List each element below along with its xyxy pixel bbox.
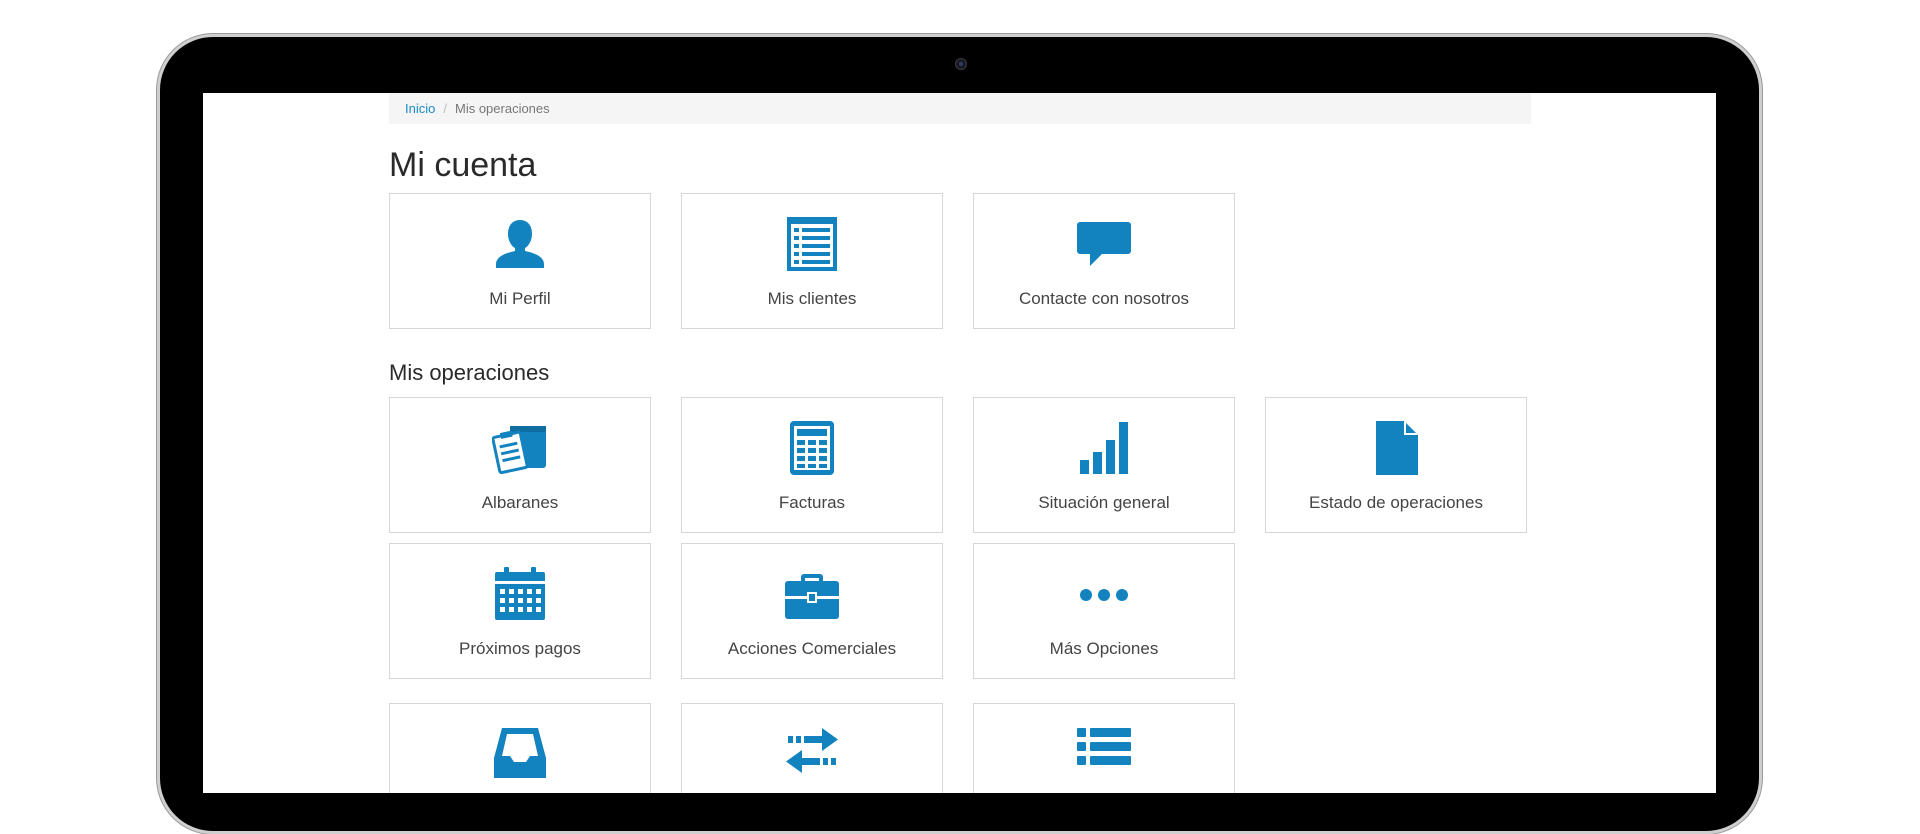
- tile-list[interactable]: [973, 703, 1235, 793]
- tile-label: Estado de operaciones: [1309, 493, 1483, 512]
- chat-bubble-icon: [1076, 216, 1132, 272]
- transfer-arrows-icon: [784, 726, 840, 782]
- bullet-list-icon: [1076, 726, 1132, 782]
- tile-inbox[interactable]: [389, 703, 651, 793]
- tile-label: Mi Perfil: [489, 289, 551, 308]
- screen: Inicio / Mis operaciones Mi cuenta Mi Perf…: [203, 93, 1716, 793]
- tile-label: Albaranes: [481, 493, 559, 512]
- breadcrumb: Inicio / Mis operaciones: [389, 93, 1531, 124]
- user-icon: [492, 216, 548, 272]
- calendar-icon: [492, 566, 548, 622]
- tile-contacte[interactable]: Contacte con nosotros: [973, 193, 1235, 329]
- tile-facturas[interactable]: Facturas: [681, 397, 943, 533]
- briefcase-icon: [784, 566, 840, 622]
- tile-label: Mis clientes: [767, 289, 857, 308]
- tile-label: Facturas: [778, 493, 846, 512]
- tile-estado-operaciones[interactable]: Estado de operaciones: [1265, 397, 1527, 533]
- main-content: Inicio / Mis operaciones Mi cuenta Mi Perf…: [389, 93, 1531, 793]
- tile-proximos-pagos[interactable]: Próximos pagos: [389, 543, 651, 679]
- inbox-tray-icon: [492, 726, 548, 782]
- tile-label: Más Opciones: [1049, 639, 1159, 658]
- tile-mis-clientes[interactable]: Mis clientes: [681, 193, 943, 329]
- tile-albaranes[interactable]: Albaranes: [389, 397, 651, 533]
- clipboard-box-icon: [492, 420, 548, 476]
- list-document-icon: [784, 216, 840, 272]
- more-dots-icon: [1076, 566, 1132, 622]
- tile-label: Contacte con nosotros: [1018, 289, 1190, 308]
- file-icon: [1368, 420, 1424, 476]
- tile-label: Situación general: [1038, 493, 1170, 512]
- breadcrumb-current: Mis operaciones: [454, 101, 550, 116]
- calculator-icon: [784, 420, 840, 476]
- bar-chart-icon: [1076, 420, 1132, 476]
- webcam-icon: [955, 58, 967, 70]
- tile-mas-opciones[interactable]: Más Opciones: [973, 543, 1235, 679]
- breadcrumb-home-link[interactable]: Inicio: [405, 101, 435, 116]
- section-title: Mis operaciones: [389, 360, 550, 385]
- tile-label: Próximos pagos: [459, 639, 581, 658]
- tile-transfer[interactable]: [681, 703, 943, 793]
- tile-acciones-comerciales[interactable]: Acciones Comerciales: [681, 543, 943, 679]
- page-title: Mi cuenta: [389, 146, 537, 184]
- tile-situacion-general[interactable]: Situación general: [973, 397, 1235, 533]
- tile-mi-perfil[interactable]: Mi Perfil: [389, 193, 651, 329]
- breadcrumb-separator: /: [443, 101, 447, 116]
- tile-label: Acciones Comerciales: [727, 639, 897, 658]
